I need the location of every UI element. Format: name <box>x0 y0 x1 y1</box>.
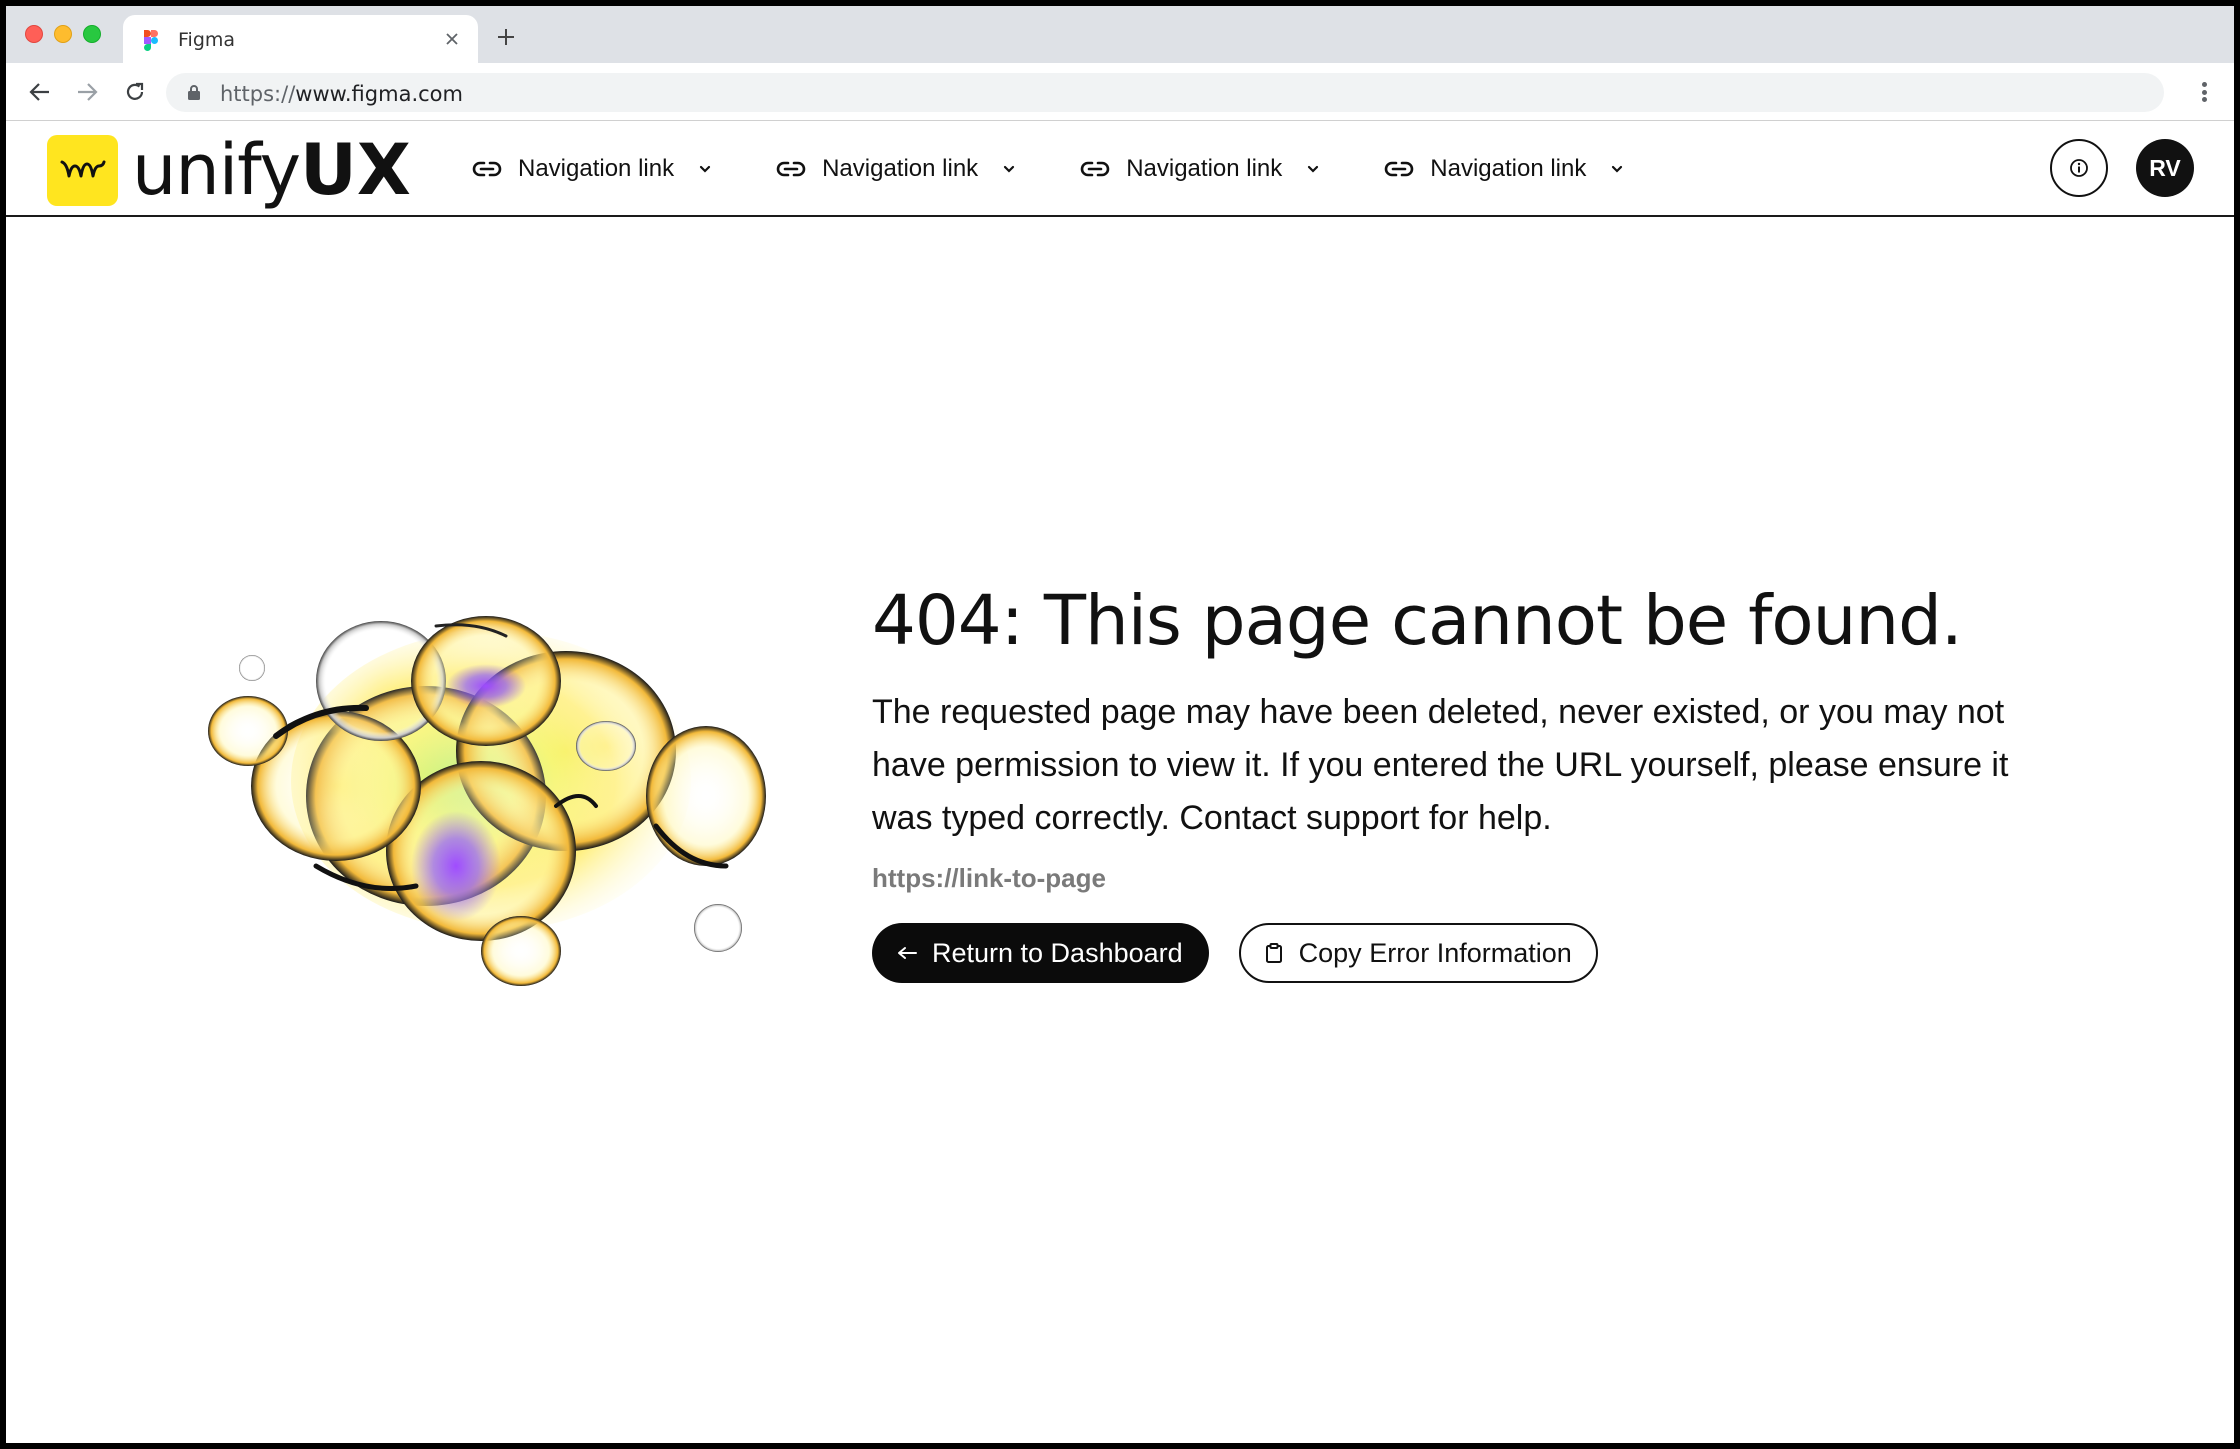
lock-icon <box>188 85 200 100</box>
figma-favicon-icon <box>144 30 158 51</box>
bubbles-illustration <box>208 616 766 986</box>
nav-link-label: Navigation link <box>1126 155 1283 182</box>
tab-strip: Figma <box>6 6 2234 63</box>
error-title: 404: This page cannot be found. <box>872 581 1963 661</box>
link-icon <box>776 161 806 177</box>
chevron-down-icon <box>699 165 711 173</box>
tab-title: Figma <box>178 29 236 51</box>
error-content: 404: This page cannot be found. The requ… <box>872 576 2172 983</box>
nav-link-4[interactable]: Navigation link <box>1384 151 1624 187</box>
chevron-down-icon <box>1612 165 1623 173</box>
address-bar[interactable]: https://www.figma.com <box>166 73 2164 112</box>
link-icon <box>1080 161 1110 177</box>
error-description: The requested page may have been deleted… <box>872 693 2009 837</box>
link-icon <box>1384 161 1414 177</box>
return-arrow-icon <box>896 942 918 964</box>
browser-menu-icon[interactable] <box>2194 78 2214 106</box>
chevron-down-icon <box>1004 165 1015 173</box>
nav-link-3[interactable]: Navigation link <box>1080 151 1320 187</box>
info-button[interactable] <box>2050 139 2108 197</box>
logo[interactable]: unifyUX <box>47 134 411 206</box>
nav-link-label: Navigation link <box>518 155 675 182</box>
browser-window: Figma https://www.figma.com unifyUX Navi… <box>6 6 2234 1443</box>
url-text: https://www.figma.com <box>220 82 463 106</box>
info-icon <box>2070 159 2088 177</box>
avatar[interactable]: RV <box>2136 139 2194 197</box>
maximize-window-button[interactable] <box>83 25 101 43</box>
chevron-down-icon <box>1308 165 1319 173</box>
wave-logo-icon <box>47 134 118 206</box>
reload-icon[interactable] <box>120 77 150 107</box>
actions: Return to Dashboard Copy Error Informati… <box>872 923 2172 983</box>
logo-text: unifyUX <box>132 129 411 211</box>
copy-error-information-label: Copy Error Information <box>1298 937 1572 968</box>
main-navigation: Navigation link Navigation link Navigati… <box>472 151 1688 187</box>
close-window-button[interactable] <box>25 25 43 43</box>
minimize-window-button[interactable] <box>54 25 72 43</box>
nav-link-label: Navigation link <box>1430 155 1587 182</box>
link-icon <box>472 161 502 177</box>
nav-link-label: Navigation link <box>822 155 979 182</box>
new-tab-icon[interactable] <box>491 22 521 52</box>
browser-toolbar: https://www.figma.com <box>6 63 2234 121</box>
app-header: unifyUX Navigation link Navigation link … <box>6 122 2234 217</box>
clipboard-icon <box>1263 942 1285 964</box>
error-url: https://link-to-page <box>872 863 1106 893</box>
close-tab-icon[interactable] <box>440 27 464 51</box>
copy-error-information-button[interactable]: Copy Error Information <box>1238 923 1598 983</box>
nav-link-2[interactable]: Navigation link <box>776 151 1016 187</box>
forward-arrow-icon[interactable] <box>72 77 102 107</box>
nav-link-1[interactable]: Navigation link <box>472 151 712 187</box>
browser-tab[interactable]: Figma <box>123 15 478 63</box>
return-to-dashboard-button[interactable]: Return to Dashboard <box>872 923 1209 983</box>
return-to-dashboard-label: Return to Dashboard <box>932 937 1183 968</box>
back-arrow-icon[interactable] <box>25 77 55 107</box>
